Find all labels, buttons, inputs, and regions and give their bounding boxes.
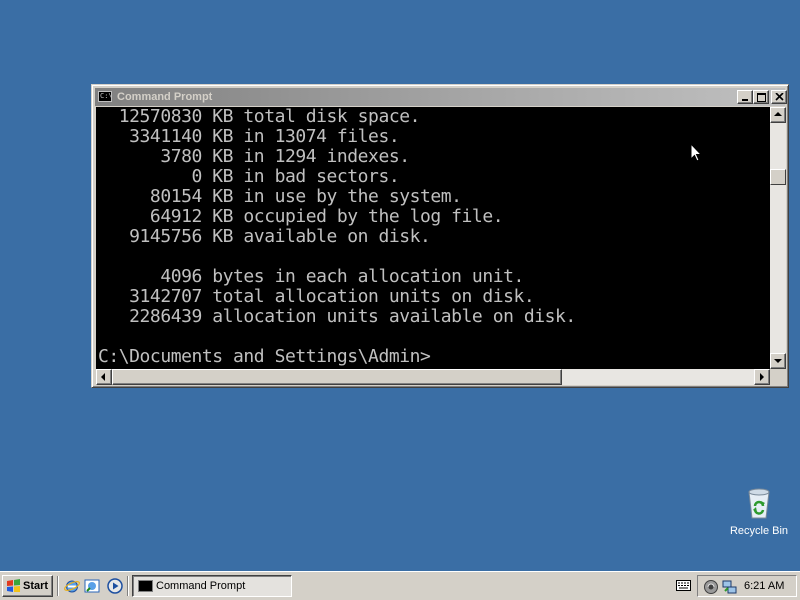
scroll-up-button[interactable]: [770, 107, 786, 123]
title-bar[interactable]: C:\ Command Prompt: [95, 88, 787, 106]
scrollbar-corner: [770, 369, 786, 385]
command-prompt-window[interactable]: C:\ Command Prompt 12570830 KB total dis…: [91, 84, 789, 388]
start-button[interactable]: Start: [2, 575, 53, 597]
console-line: 3341140 KB in 13074 files.: [98, 126, 400, 147]
keyboard-icon[interactable]: [676, 580, 691, 591]
clock[interactable]: 6:21 AM: [744, 579, 784, 593]
toolbar-separator: [127, 576, 129, 596]
taskbar-button-command-prompt[interactable]: Command Prompt: [132, 575, 292, 597]
recycle-bin-desktop-icon[interactable]: Recycle Bin: [726, 486, 792, 542]
minimize-button[interactable]: [737, 90, 753, 104]
scroll-left-button[interactable]: [96, 369, 112, 385]
console-output[interactable]: 12570830 KB total disk space. 3341140 KB…: [96, 107, 770, 369]
console-icon: [138, 580, 153, 592]
horizontal-scroll-thumb[interactable]: [112, 369, 562, 385]
network-icon[interactable]: [722, 579, 738, 595]
console-line: 80154 KB in use by the system.: [98, 186, 462, 207]
volume-icon[interactable]: [703, 579, 719, 595]
mouse-cursor-icon: [690, 143, 702, 162]
recycle-bin-icon: [748, 488, 770, 519]
arrow-down-icon: [774, 359, 782, 363]
console-line: 12570830 KB total disk space.: [98, 107, 421, 127]
arrow-right-icon: [760, 373, 764, 381]
console-line: 64912 KB occupied by the log file.: [98, 206, 504, 227]
media-player-icon[interactable]: [107, 578, 123, 594]
window-title: Command Prompt: [117, 91, 213, 103]
console-icon[interactable]: C:\: [98, 91, 113, 102]
outlook-express-icon[interactable]: [84, 578, 100, 594]
arrow-up-icon: [774, 112, 782, 116]
console-line: 9145756 KB available on disk.: [98, 226, 431, 247]
recycle-bin-label: Recycle Bin: [729, 525, 789, 537]
close-icon: [775, 93, 784, 101]
scroll-down-button[interactable]: [770, 353, 786, 369]
start-label: Start: [23, 580, 49, 592]
command-prompt-line[interactable]: C:\Documents and Settings\Admin>: [98, 347, 431, 367]
console-line: 3142707 total allocation units on disk.: [98, 286, 535, 307]
console-line: 3780 KB in 1294 indexes.: [98, 146, 410, 167]
internet-explorer-icon[interactable]: [64, 578, 80, 594]
system-tray: 6:21 AM: [697, 575, 797, 597]
toolbar-separator: [57, 576, 59, 596]
windows-logo-icon: [7, 579, 20, 592]
taskbar: Start Command Prompt 6:21 AM: [0, 571, 800, 600]
taskbar-button-label: Command Prompt: [156, 580, 246, 592]
arrow-left-icon: [101, 373, 105, 381]
horizontal-scrollbar[interactable]: [96, 369, 770, 385]
vertical-scrollbar[interactable]: [770, 107, 786, 369]
maximize-button[interactable]: [753, 90, 769, 104]
close-button[interactable]: [771, 90, 787, 104]
vertical-scroll-thumb[interactable]: [770, 169, 786, 185]
scroll-right-button[interactable]: [754, 369, 770, 385]
console-line: 2286439 allocation units available on di…: [98, 306, 576, 327]
console-line: 4096 bytes in each allocation unit.: [98, 266, 524, 287]
console-line: 0 KB in bad sectors.: [98, 166, 400, 187]
